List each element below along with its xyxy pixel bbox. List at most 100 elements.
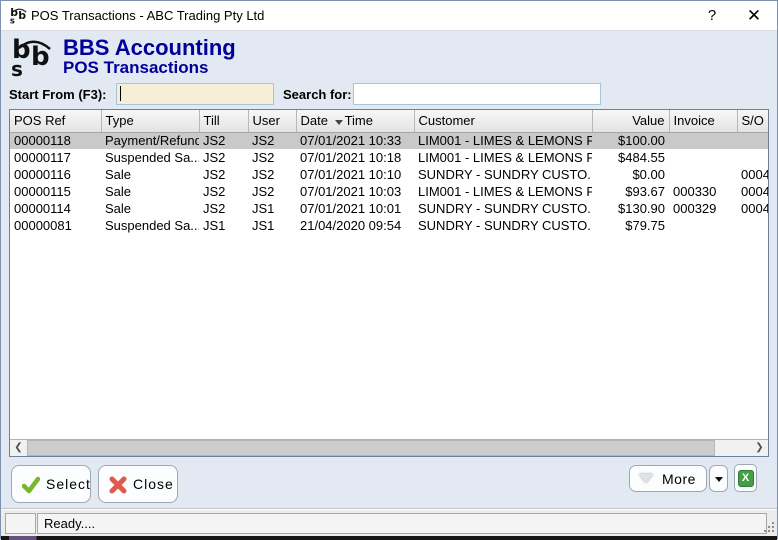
column-header-customer[interactable]: Customer — [414, 110, 592, 132]
cell-value: $484.55 — [592, 149, 669, 166]
cell-pos-ref: 00000118 — [10, 132, 101, 149]
logo-arc — [9, 8, 28, 27]
cell-till: JS2 — [199, 149, 248, 166]
cell-so — [737, 149, 768, 166]
column-header-user[interactable]: User — [248, 110, 296, 132]
cell-date-time: 07/01/2021 10:18 — [296, 149, 414, 166]
screen-edge-strip — [1, 536, 777, 540]
cell-value: $0.00 — [592, 166, 669, 183]
cell-user: JS2 — [248, 149, 296, 166]
column-header-till[interactable]: Till — [199, 110, 248, 132]
close-button[interactable]: Close — [98, 465, 178, 503]
table-row[interactable]: 00000117Suspended Sa...JS2JS207/01/2021 … — [10, 149, 768, 166]
cell-user: JS2 — [248, 166, 296, 183]
cell-invoice — [669, 132, 737, 149]
scroll-right-icon[interactable]: ❯ — [751, 440, 768, 456]
column-header-date-time[interactable]: Date Time — [296, 110, 414, 132]
bbs-logo: b b s — [9, 39, 55, 85]
status-left-panel — [5, 513, 36, 534]
cell-pos-ref: 00000081 — [10, 217, 101, 234]
cell-user: JS1 — [248, 200, 296, 217]
more-button-label: More — [662, 471, 696, 487]
cell-type: Suspended Sa... — [101, 217, 199, 234]
cell-invoice — [669, 166, 737, 183]
cell-so: 00043 — [737, 166, 768, 183]
cell-date-time: 07/01/2021 10:10 — [296, 166, 414, 183]
cell-customer: LIM001 - LIMES & LEMONS P... — [414, 183, 592, 200]
cell-customer: SUNDRY - SUNDRY CUSTO... — [414, 166, 592, 183]
cell-till: JS2 — [199, 183, 248, 200]
cell-date-time: 21/04/2020 09:54 — [296, 217, 414, 234]
start-from-label: Start From (F3): — [9, 87, 107, 102]
cross-icon — [109, 476, 127, 494]
cell-user: JS2 — [248, 132, 296, 149]
cell-customer: SUNDRY - SUNDRY CUSTO... — [414, 217, 592, 234]
table-row[interactable]: 00000081Suspended Sa...JS1JS121/04/2020 … — [10, 217, 768, 234]
check-icon — [22, 476, 40, 494]
status-bar: Ready.... — [1, 509, 777, 536]
column-header-invoice[interactable]: Invoice — [669, 110, 737, 132]
cell-pos-ref: 00000117 — [10, 149, 101, 166]
title-bar: b b s POS Transactions - ABC Trading Pty… — [1, 1, 777, 31]
chevron-down-icon — [639, 474, 653, 483]
resize-grip[interactable] — [764, 522, 775, 533]
cell-customer: LIM001 - LIMES & LEMONS P... — [414, 149, 592, 166]
excel-icon: X — [738, 470, 754, 487]
cell-invoice — [669, 149, 737, 166]
search-for-input[interactable] — [353, 83, 601, 105]
cell-type: Sale — [101, 183, 199, 200]
page-title: POS Transactions — [63, 58, 209, 78]
cell-till: JS2 — [199, 200, 248, 217]
column-header-type[interactable]: Type — [101, 110, 199, 132]
cell-customer: SUNDRY - SUNDRY CUSTO... — [414, 200, 592, 217]
cell-date-time: 07/01/2021 10:01 — [296, 200, 414, 217]
dropdown-arrow-icon — [715, 477, 723, 482]
cell-type: Suspended Sa... — [101, 149, 199, 166]
more-dropdown-button[interactable] — [709, 465, 728, 492]
close-icon[interactable]: ✕ — [737, 1, 771, 31]
window-title: POS Transactions - ABC Trading Pty Ltd — [31, 8, 264, 23]
table-row[interactable]: 00000118Payment/RefundJS2JS207/01/2021 1… — [10, 132, 768, 149]
grid-viewport: POS RefTypeTillUserDate TimeCustomerValu… — [10, 110, 768, 439]
select-button-label: Select — [46, 476, 91, 492]
cell-pos-ref: 00000115 — [10, 183, 101, 200]
column-header-so[interactable]: S/O — [737, 110, 768, 132]
column-header-pos-ref[interactable]: POS Ref — [10, 110, 101, 132]
cell-value: $100.00 — [592, 132, 669, 149]
cell-invoice: 000330 — [669, 183, 737, 200]
help-button[interactable]: ? — [695, 1, 729, 31]
search-row: Start From (F3): Search for: — [1, 83, 777, 107]
transactions-grid: POS RefTypeTillUserDate TimeCustomerValu… — [9, 109, 769, 457]
cell-so — [737, 132, 768, 149]
scroll-left-icon[interactable]: ❮ — [10, 440, 27, 456]
cell-till: JS2 — [199, 132, 248, 149]
cell-date-time: 07/01/2021 10:33 — [296, 132, 414, 149]
cell-pos-ref: 00000116 — [10, 166, 101, 183]
horizontal-scrollbar[interactable]: ❮ ❯ — [10, 439, 768, 456]
search-for-label: Search for: — [283, 87, 352, 102]
cell-customer: LIM001 - LIMES & LEMONS P... — [414, 132, 592, 149]
logo-arc — [9, 39, 55, 85]
text-cursor — [120, 86, 121, 101]
cell-invoice: 000329 — [669, 200, 737, 217]
start-from-input[interactable] — [116, 83, 274, 105]
table-row[interactable]: 00000114SaleJS2JS107/01/2021 10:01SUNDRY… — [10, 200, 768, 217]
table-row[interactable]: 00000116SaleJS2JS207/01/2021 10:10SUNDRY… — [10, 166, 768, 183]
cell-user: JS2 — [248, 183, 296, 200]
table-row[interactable]: 00000115SaleJS2JS207/01/2021 10:03LIM001… — [10, 183, 768, 200]
cell-date-time: 07/01/2021 10:03 — [296, 183, 414, 200]
select-button[interactable]: Select — [11, 465, 91, 503]
more-button[interactable]: More — [629, 465, 707, 492]
cell-invoice — [669, 217, 737, 234]
cell-pos-ref: 00000114 — [10, 200, 101, 217]
column-header-value[interactable]: Value — [592, 110, 669, 132]
pos-transactions-dialog: b b s POS Transactions - ABC Trading Pty… — [0, 0, 778, 539]
cell-so: 00043 — [737, 183, 768, 200]
scrollbar-thumb[interactable] — [27, 440, 715, 456]
cell-till: JS1 — [199, 217, 248, 234]
sort-indicator-icon — [335, 120, 343, 125]
cell-type: Sale — [101, 166, 199, 183]
export-excel-button[interactable]: X — [734, 464, 757, 492]
cell-till: JS2 — [199, 166, 248, 183]
cell-value: $93.67 — [592, 183, 669, 200]
